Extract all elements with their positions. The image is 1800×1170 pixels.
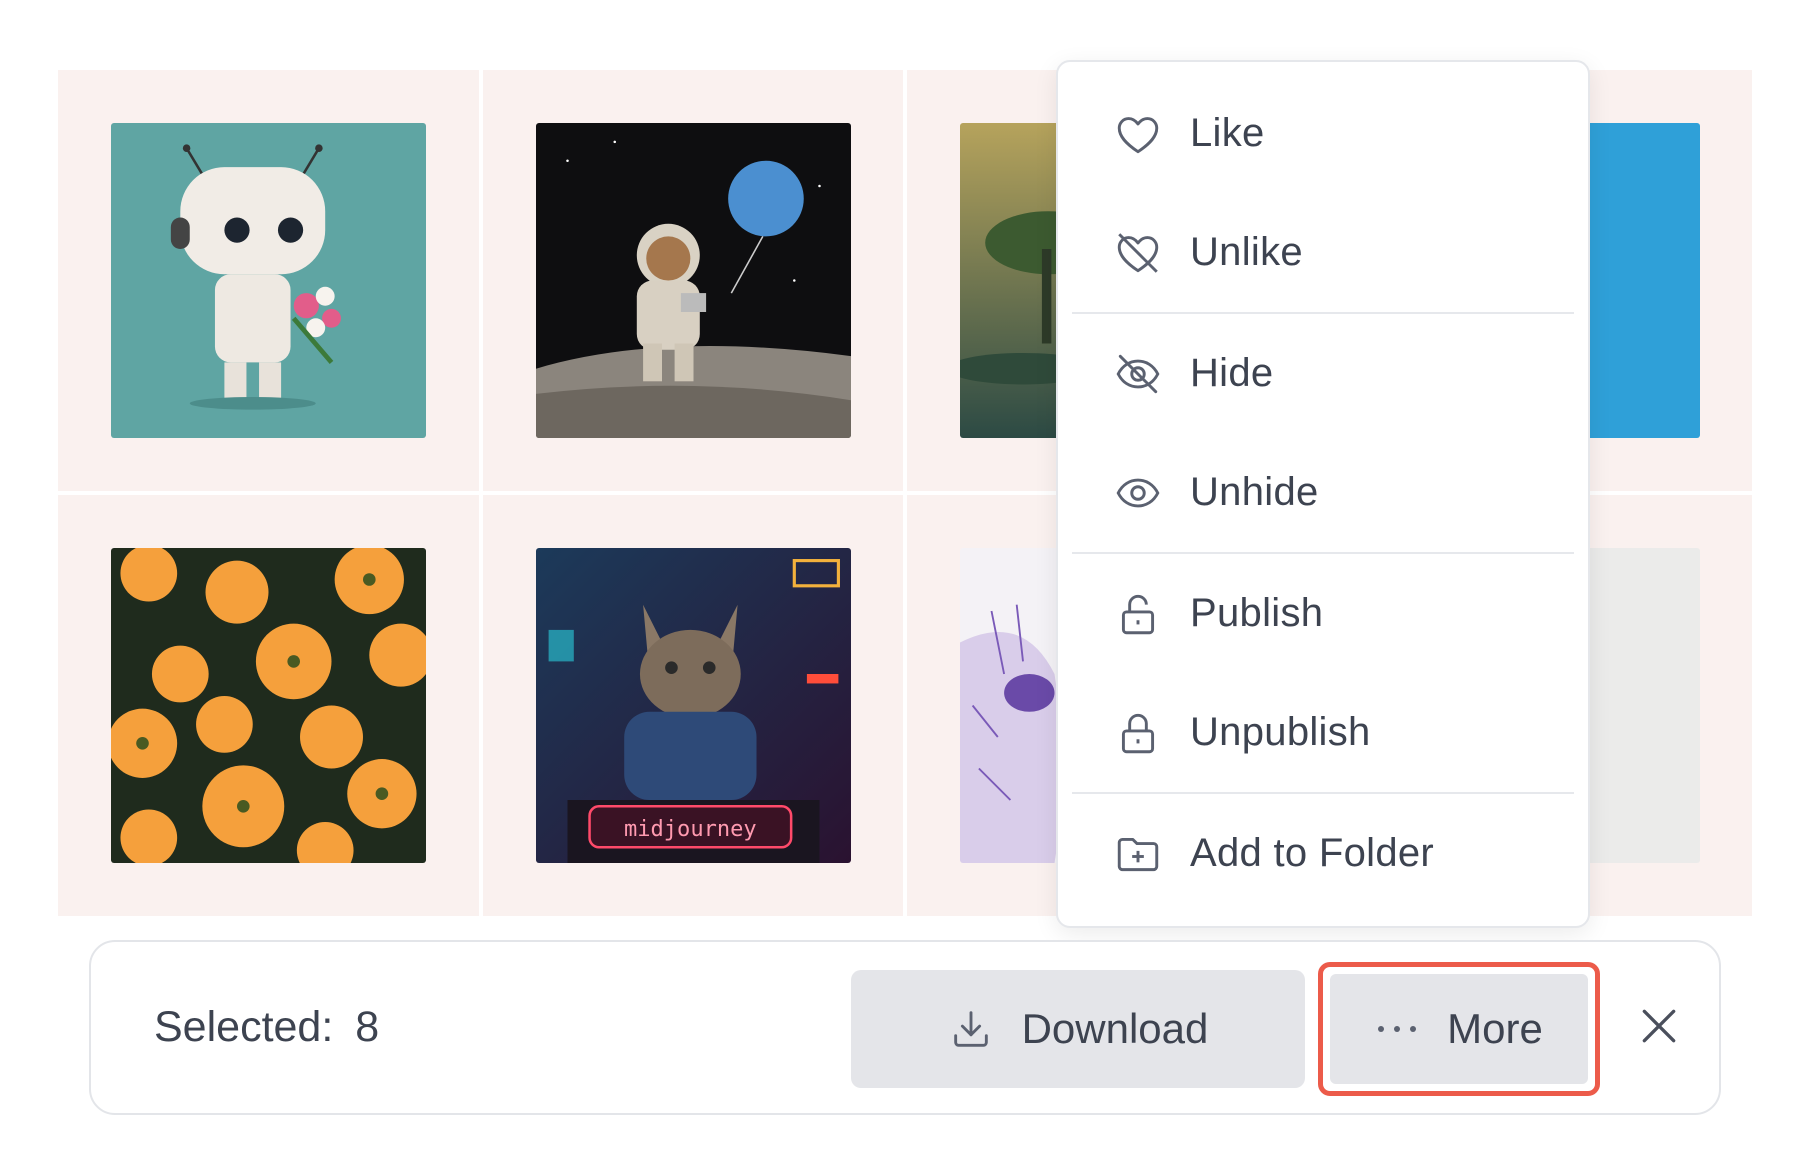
image-thumbnail-poppies[interactable] [111, 548, 426, 863]
more-button-highlight: More [1318, 962, 1600, 1096]
eye-off-icon [1112, 348, 1164, 400]
more-button[interactable]: More [1330, 974, 1588, 1084]
menu-item-label: Add to Folder [1190, 831, 1435, 875]
menu-item-unpublish[interactable]: Unpublish [1072, 673, 1574, 792]
selected-count-value: 8 [355, 1003, 380, 1051]
grid-cell[interactable] [58, 70, 479, 491]
lock-icon [1112, 707, 1164, 759]
image-thumbnail-robot[interactable] [111, 123, 426, 438]
close-icon [1637, 1004, 1681, 1053]
eye-icon [1112, 467, 1164, 519]
unlock-icon [1112, 588, 1164, 640]
menu-item-label: Unlike [1190, 230, 1303, 274]
download-button[interactable]: Download [851, 970, 1305, 1088]
download-icon [948, 1006, 994, 1052]
more-actions-menu: Like Unlike Hide Unhide Publish Unpublis… [1056, 60, 1590, 928]
ellipsis-icon [1375, 1019, 1419, 1039]
menu-item-publish[interactable]: Publish [1072, 554, 1574, 673]
menu-item-like[interactable]: Like [1072, 74, 1574, 193]
selection-action-bar: Selected: 8 Download More [89, 940, 1721, 1115]
menu-item-label: Unpublish [1190, 710, 1371, 754]
menu-item-label: Unhide [1190, 470, 1319, 514]
grid-cell[interactable] [58, 495, 479, 916]
menu-item-unhide[interactable]: Unhide [1072, 433, 1574, 552]
more-button-label: More [1447, 1005, 1543, 1052]
folder-plus-icon [1112, 828, 1164, 880]
menu-item-unlike[interactable]: Unlike [1072, 193, 1574, 312]
menu-item-hide[interactable]: Hide [1072, 314, 1574, 433]
heart-icon [1112, 108, 1164, 160]
download-button-label: Download [1021, 1005, 1209, 1052]
selected-label: Selected: [154, 1003, 334, 1051]
menu-item-add-to-folder[interactable]: Add to Folder [1072, 794, 1574, 913]
menu-item-label: Hide [1190, 351, 1274, 395]
menu-item-label: Like [1190, 111, 1265, 155]
heart-off-icon [1112, 227, 1164, 279]
image-thumbnail-astronaut-cat[interactable] [535, 123, 851, 438]
selection-count: Selected: 8 [154, 942, 379, 1113]
grid-cell[interactable] [482, 70, 903, 491]
grid-cell[interactable]: midjourney [482, 495, 903, 916]
menu-item-label: Publish [1190, 591, 1324, 635]
image-thumbnail-cyber-cat[interactable]: midjourney [535, 548, 851, 863]
cyber-cat-overlay-text: midjourney [623, 817, 756, 842]
close-selection-button[interactable] [1633, 1002, 1685, 1054]
